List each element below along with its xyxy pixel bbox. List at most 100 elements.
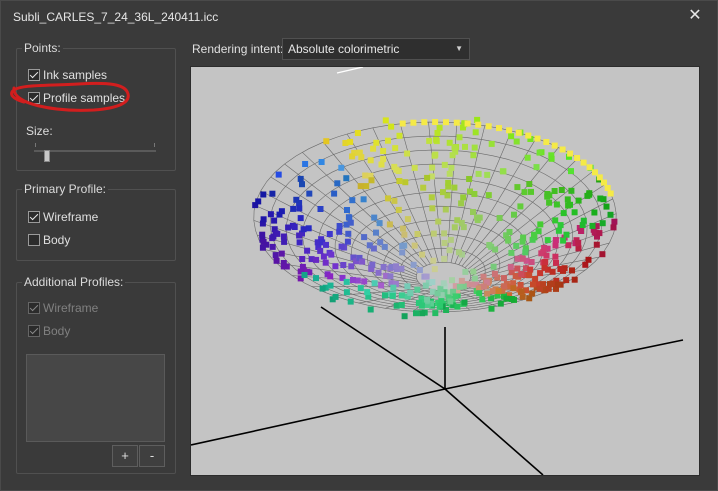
- sample-point: [280, 233, 287, 240]
- primary-wireframe-label: Wireframe: [43, 210, 99, 224]
- sample-point: [452, 293, 459, 300]
- sample-point: [422, 282, 429, 289]
- sample-point: [404, 216, 411, 223]
- sample-point: [434, 290, 441, 297]
- sample-point: [419, 251, 426, 258]
- sample-point: [491, 270, 498, 277]
- sample-point: [526, 181, 533, 187]
- rendering-intent-select[interactable]: Absolute colorimetric ▼: [282, 38, 470, 60]
- sample-point: [435, 218, 442, 225]
- sample-point: [462, 268, 469, 275]
- sample-point: [512, 273, 519, 279]
- sample-point: [370, 145, 377, 152]
- sample-point: [280, 263, 287, 270]
- sample-point: [506, 127, 513, 134]
- checkbox-box[interactable]: [28, 234, 40, 246]
- sample-point: [380, 264, 387, 270]
- points-group-title: Points:: [22, 41, 63, 55]
- sample-point: [611, 218, 618, 225]
- sample-point: [542, 259, 549, 265]
- sample-point: [393, 263, 399, 270]
- sample-point: [347, 138, 354, 145]
- additional-profiles-list[interactable]: [26, 354, 165, 442]
- sample-point: [385, 137, 391, 144]
- sample-point: [378, 282, 385, 289]
- sample-point: [428, 194, 435, 201]
- add-profile-button[interactable]: +: [112, 445, 138, 467]
- sample-point: [373, 139, 380, 146]
- gamut-3d-viewport[interactable]: [190, 66, 700, 476]
- sample-point: [323, 241, 329, 248]
- sample-point: [513, 138, 520, 145]
- sample-point: [299, 181, 305, 188]
- sample-point: [376, 220, 383, 227]
- sample-point: [525, 132, 532, 139]
- sample-point: [541, 264, 548, 271]
- sample-point: [496, 125, 502, 132]
- sample-point: [440, 280, 447, 287]
- sample-point: [552, 237, 559, 243]
- additional-body-label: Body: [43, 324, 71, 338]
- sample-point: [430, 230, 437, 237]
- sample-point: [400, 225, 406, 232]
- sample-point: [296, 239, 303, 246]
- sample-point: [430, 257, 437, 264]
- checkbox-box[interactable]: [28, 211, 40, 223]
- sample-point: [508, 296, 515, 302]
- sample-point: [571, 209, 578, 216]
- sample-point: [301, 272, 308, 278]
- sample-point: [596, 230, 603, 237]
- sample-point: [378, 161, 385, 168]
- size-slider-thumb[interactable]: [44, 150, 50, 162]
- primary-wireframe-checkbox[interactable]: Wireframe: [28, 209, 98, 225]
- sample-point: [560, 210, 567, 217]
- sample-point: [604, 185, 611, 191]
- sample-point: [255, 198, 262, 205]
- sample-point: [361, 234, 368, 241]
- sample-point: [327, 273, 334, 280]
- sample-point: [528, 188, 534, 195]
- sample-point: [380, 148, 387, 154]
- sample-point: [433, 136, 440, 143]
- sample-point: [446, 170, 453, 177]
- sample-point: [593, 241, 600, 248]
- sample-point: [470, 152, 477, 159]
- size-label: Size:: [26, 124, 53, 138]
- sample-point: [322, 259, 329, 266]
- sample-point: [544, 237, 551, 244]
- sample-point: [296, 232, 303, 239]
- sample-point: [555, 227, 562, 234]
- sample-point: [533, 164, 540, 171]
- axis-line: [336, 67, 364, 74]
- sample-point: [552, 242, 559, 249]
- size-slider[interactable]: [34, 150, 156, 152]
- sample-point: [269, 190, 276, 197]
- title-bar: Subli_CARLES_7_24_36L_240411.icc ✕: [1, 1, 717, 33]
- sample-point: [489, 288, 496, 295]
- annotation-ellipse: [10, 81, 130, 112]
- sample-point: [367, 157, 374, 164]
- axis-line: [191, 388, 446, 446]
- sample-point: [441, 240, 448, 246]
- close-icon[interactable]: ✕: [683, 5, 707, 27]
- sample-point: [371, 280, 378, 287]
- sample-point: [579, 222, 586, 229]
- wireframe-meridian: [399, 123, 439, 263]
- sample-point: [451, 224, 458, 231]
- sample-point: [552, 217, 559, 224]
- primary-body-checkbox[interactable]: Body: [28, 232, 70, 248]
- sample-point: [390, 284, 397, 291]
- sample-point: [569, 267, 575, 274]
- remove-profile-button[interactable]: -: [139, 445, 165, 467]
- sample-point: [565, 242, 572, 249]
- sample-point: [546, 199, 553, 206]
- sample-point: [306, 190, 313, 197]
- sample-point: [418, 302, 425, 309]
- sample-point: [558, 187, 565, 193]
- sample-point: [513, 242, 520, 249]
- sample-point: [461, 299, 468, 306]
- sample-point: [370, 245, 377, 252]
- sample-point: [555, 281, 562, 288]
- sample-point: [271, 217, 278, 224]
- sample-point: [398, 292, 405, 299]
